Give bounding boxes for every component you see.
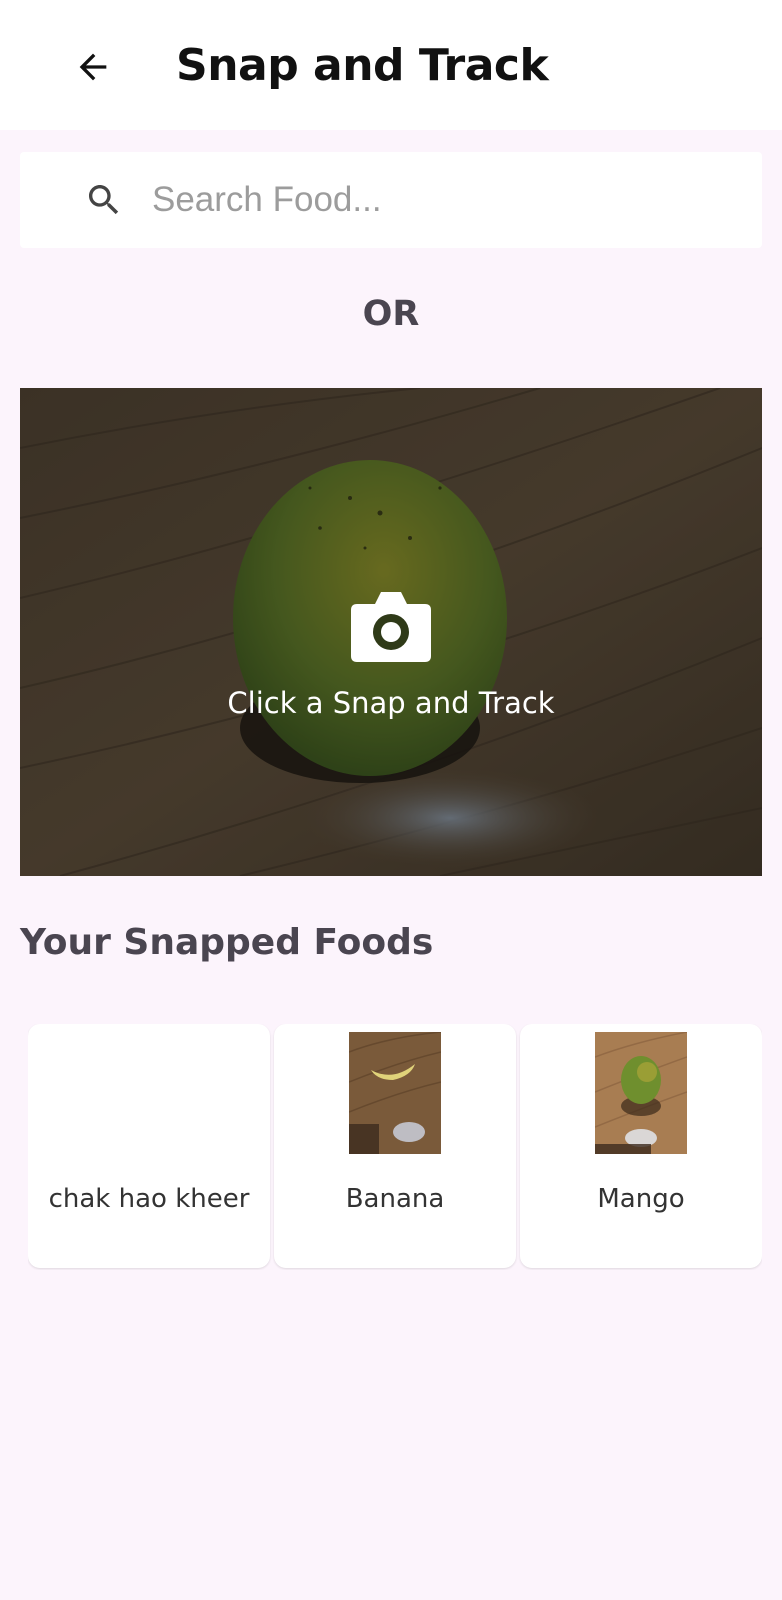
- food-card-mango[interactable]: Mango: [520, 1024, 762, 1268]
- search-icon: [89, 185, 119, 215]
- search-input[interactable]: [152, 172, 742, 228]
- snap-label: Click a Snap and Track: [227, 686, 555, 720]
- page-title: Snap and Track: [176, 40, 549, 91]
- food-name: chak hao kheer: [48, 1184, 250, 1214]
- mango-thumbnail: [595, 1032, 687, 1154]
- camera-icon: [351, 592, 431, 662]
- food-name: Banana: [345, 1184, 445, 1214]
- food-card-chak-hao-kheer[interactable]: chak hao kheer: [28, 1024, 270, 1268]
- back-button[interactable]: [66, 40, 120, 94]
- food-card-banana[interactable]: Banana: [274, 1024, 516, 1268]
- snapped-foods-list[interactable]: chak hao kheer Banana Mango: [28, 1024, 762, 1270]
- snapped-foods-title: Your Snapped Foods: [20, 922, 434, 963]
- or-divider: OR: [362, 294, 420, 334]
- search-bar[interactable]: [20, 152, 762, 248]
- snap-and-track-button[interactable]: [20, 388, 762, 876]
- food-name: Mango: [597, 1184, 685, 1214]
- banana-thumbnail: [349, 1032, 441, 1154]
- arrow-left-icon: [79, 53, 107, 81]
- app-bar: Snap and Track: [0, 0, 782, 130]
